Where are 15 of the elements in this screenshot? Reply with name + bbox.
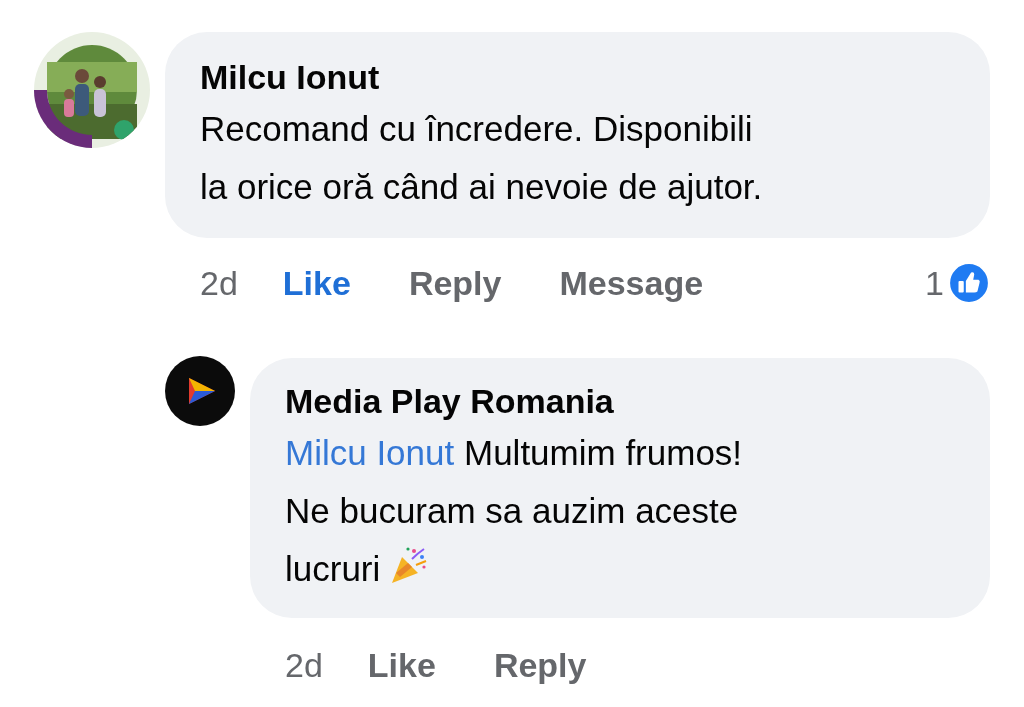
action-link[interactable]: Like	[367, 645, 436, 685]
author-name[interactable]: Media Play Romania	[285, 378, 960, 424]
comment-time: 2d	[285, 645, 323, 685]
comment-text: Recomand cu încredere. Disponibili la orice oră când ai nevoie de ajutor.	[200, 108, 764, 208]
thumbs-up-icon	[948, 262, 990, 304]
action-link[interactable]: Message	[559, 263, 704, 303]
action-link[interactable]: Like	[282, 263, 351, 303]
action-link[interactable]: Reply	[493, 645, 587, 685]
action-link[interactable]: Reply	[408, 263, 502, 303]
mention-link[interactable]: Milcu Ionut	[285, 433, 455, 472]
comment-text: Milcu Ionut Multumim frumos! Ne bucuram sa auzim aceste lucruri	[285, 432, 744, 590]
author-name[interactable]: Milcu Ionut	[200, 54, 956, 100]
reaction-count: 1	[925, 263, 944, 303]
comment-time: 2d	[200, 263, 238, 303]
logo-icon	[165, 356, 235, 426]
